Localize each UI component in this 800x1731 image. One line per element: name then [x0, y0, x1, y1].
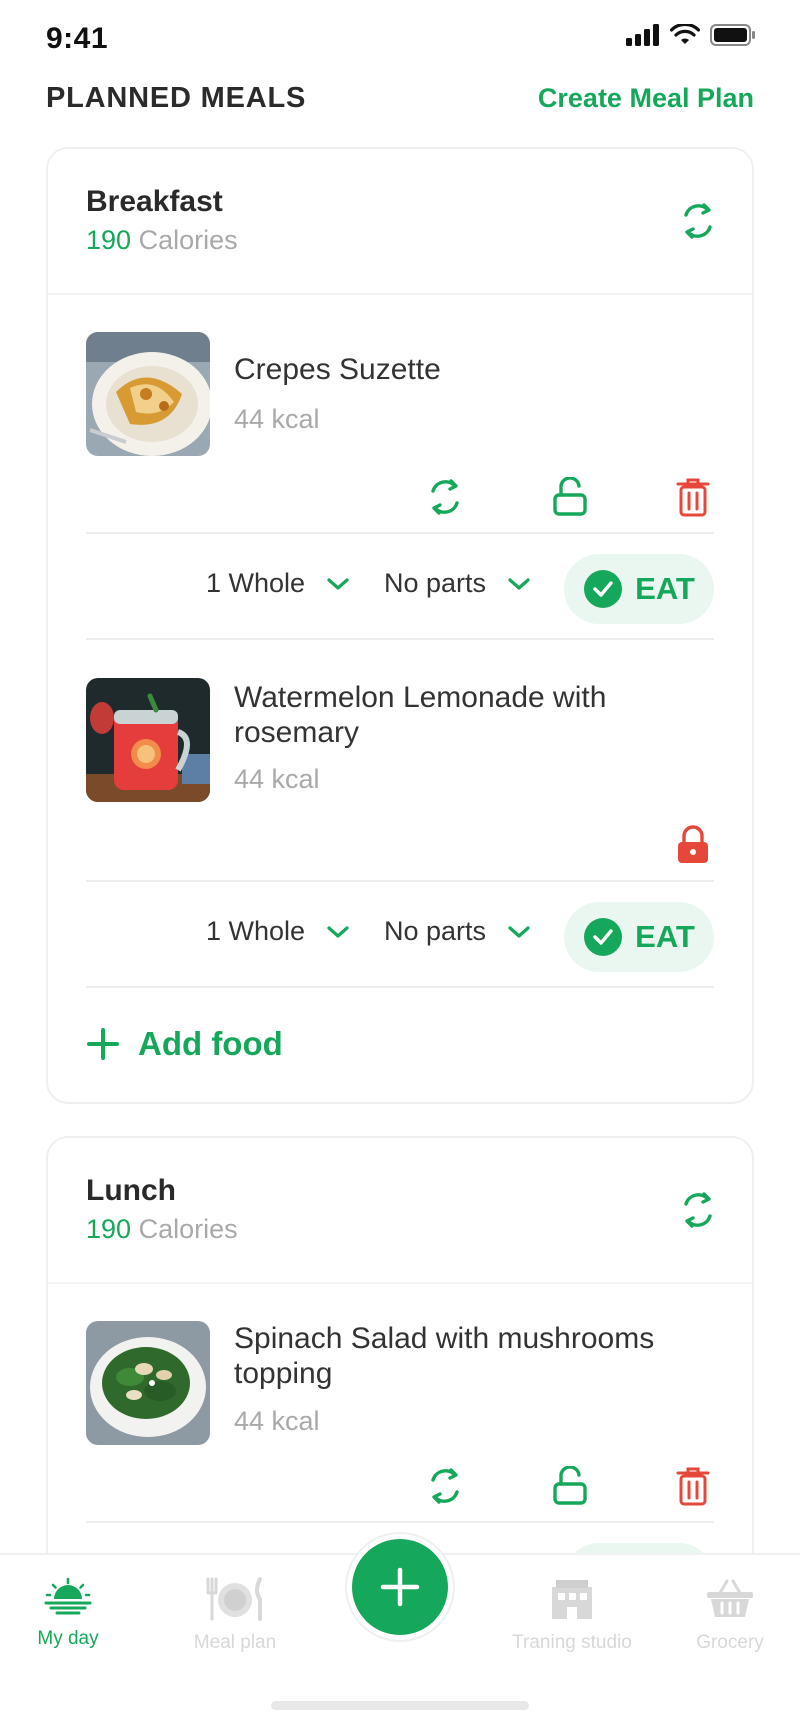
delete-food-button[interactable]: [672, 476, 714, 518]
chevron-down-icon: [508, 925, 530, 938]
building-icon: [552, 1580, 592, 1619]
trash-icon: [676, 478, 710, 517]
chevron-down-icon: [508, 577, 530, 590]
food-item[interactable]: Crepes Suzette 44 kcal 1 Whole No parts …: [86, 295, 714, 640]
nav-item-meal-plan[interactable]: Meal plan: [155, 1577, 315, 1654]
portion-value: 1 Whole: [206, 568, 306, 598]
lock-food-button[interactable]: [549, 1465, 591, 1507]
food-image: [86, 678, 210, 802]
trash-icon: [676, 1467, 710, 1506]
food-name: Crepes Suzette: [234, 353, 441, 386]
meal-calories: 190 Calories: [86, 1214, 238, 1245]
plus-icon: [380, 1567, 420, 1607]
nav-item-training-studio[interactable]: Traning studio: [492, 1577, 652, 1654]
page-header: PLANNED MEALS Create Meal Plan: [46, 78, 754, 118]
parts-value: No parts: [384, 568, 487, 598]
meal-calories: 190 Calories: [86, 225, 238, 256]
food-kcal: 44 kcal: [234, 764, 320, 794]
battery-icon: [710, 24, 755, 46]
lock-food-button[interactable]: [549, 476, 591, 518]
meal-header: Breakfast 190 Calories: [48, 149, 752, 295]
food-name: Spinach Salad with mushrooms topping: [234, 1322, 655, 1390]
eat-label: EAT: [635, 571, 695, 606]
food-name: Watermelon Lemonade with rosemary: [234, 681, 607, 749]
portion-row: 1 Whole No parts EAT: [86, 880, 714, 988]
eat-label: EAT: [635, 919, 695, 954]
nav-label: Grocery: [696, 1632, 764, 1653]
refresh-icon[interactable]: [678, 1190, 718, 1230]
food-kcal: 44 kcal: [234, 404, 320, 434]
nav-item-grocery[interactable]: Grocery: [650, 1577, 800, 1654]
unlock-icon: [553, 477, 587, 516]
lock-icon: [678, 825, 708, 863]
meal-calories-value: 190: [86, 1214, 132, 1244]
meal-calories-unit: Calories: [138, 1214, 238, 1244]
meal-name: Lunch: [86, 1174, 176, 1207]
nav-label: My day: [37, 1628, 99, 1649]
portion-row: 1 Whole No parts EAT: [86, 532, 714, 640]
unlock-icon: [553, 1466, 587, 1505]
lock-food-button[interactable]: [672, 824, 714, 866]
swap-food-button[interactable]: [424, 1465, 466, 1507]
refresh-icon[interactable]: [678, 201, 718, 241]
food-actions: [424, 1465, 714, 1507]
meal-calories-value: 190: [86, 225, 132, 255]
meal-header: Lunch 190 Calories: [48, 1138, 752, 1284]
signal-icon: [626, 24, 659, 46]
parts-select[interactable]: No parts: [384, 916, 530, 947]
plus-icon: [87, 1028, 119, 1060]
swap-food-button[interactable]: [424, 476, 466, 518]
add-food-button[interactable]: Add food: [86, 1025, 283, 1063]
food-kcal: 44 kcal: [234, 1406, 320, 1436]
chevron-down-icon: [327, 577, 349, 590]
nav-label: Meal plan: [193, 1632, 277, 1653]
add-food-label: Add food: [138, 1025, 283, 1062]
portion-select[interactable]: 1 Whole: [206, 916, 349, 947]
refresh-icon: [431, 1468, 459, 1504]
phone-screen: 9:41 PLANNED MEALS Create Meal Plan Brea…: [0, 0, 800, 1731]
delete-food-button[interactable]: [672, 1465, 714, 1507]
parts-select[interactable]: No parts: [384, 568, 530, 599]
portion-value: 1 Whole: [206, 916, 306, 946]
nav-item-my-day[interactable]: My day: [0, 1577, 148, 1650]
home-indicator: [271, 1701, 529, 1710]
basket-icon: [707, 1579, 753, 1617]
wifi-icon: [670, 24, 700, 44]
status-bar: 9:41: [0, 0, 800, 78]
eat-button[interactable]: EAT: [564, 554, 714, 624]
food-image: [86, 332, 210, 456]
meal-name: Breakfast: [86, 185, 223, 218]
refresh-icon: [431, 479, 459, 515]
status-time: 9:41: [46, 22, 109, 55]
meal-calories-unit: Calories: [138, 225, 238, 255]
food-item[interactable]: Watermelon Lemonade with rosemary 44 kca…: [86, 640, 714, 988]
add-fab-button[interactable]: [347, 1534, 453, 1640]
food-actions: [672, 824, 714, 866]
plate-cutlery-icon: [206, 1577, 262, 1621]
status-icons: [626, 24, 756, 46]
food-image: [86, 1321, 210, 1445]
create-meal-plan-link[interactable]: Create Meal Plan: [538, 83, 754, 114]
check-circle-icon: [584, 570, 623, 608]
check-circle-icon: [584, 918, 623, 956]
nav-label: Traning studio: [512, 1632, 632, 1653]
page-title: PLANNED MEALS: [46, 81, 307, 114]
meal-card-breakfast: Breakfast 190 Calories Crepes Suzette 44…: [46, 147, 754, 1104]
parts-value: No parts: [384, 916, 487, 946]
portion-select[interactable]: 1 Whole: [206, 568, 349, 599]
eat-button[interactable]: EAT: [564, 902, 714, 972]
food-actions: [424, 476, 714, 518]
chevron-down-icon: [327, 925, 349, 938]
sunrise-icon: [44, 1577, 92, 1615]
